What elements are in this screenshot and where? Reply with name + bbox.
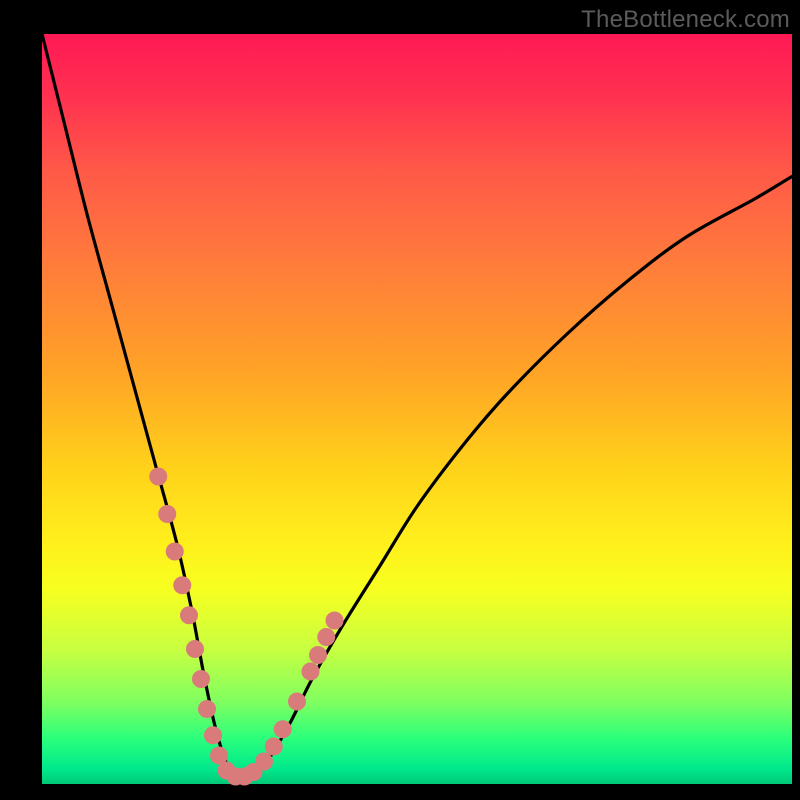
highlight-dot xyxy=(326,612,344,630)
highlight-dot xyxy=(186,640,204,658)
highlight-dot xyxy=(274,720,292,738)
highlight-dot xyxy=(204,726,222,744)
chart-overlay xyxy=(42,34,792,784)
highlight-dot xyxy=(180,606,198,624)
highlight-dot xyxy=(317,628,335,646)
highlight-dot xyxy=(173,576,191,594)
highlight-dot xyxy=(309,646,327,664)
highlight-dot xyxy=(192,670,210,688)
highlight-dot xyxy=(302,663,320,681)
highlight-dot xyxy=(166,543,184,561)
chart-frame: TheBottleneck.com xyxy=(0,0,800,800)
highlight-dot xyxy=(198,700,216,718)
curve-layer xyxy=(42,34,800,778)
highlight-dot xyxy=(265,738,283,756)
highlight-dots-layer xyxy=(149,468,343,786)
highlight-dot xyxy=(288,693,306,711)
highlight-dot xyxy=(149,468,167,486)
bottleneck-curve xyxy=(42,34,800,778)
highlight-dot xyxy=(255,753,273,771)
highlight-dot xyxy=(158,505,176,523)
watermark-text: TheBottleneck.com xyxy=(581,6,790,34)
